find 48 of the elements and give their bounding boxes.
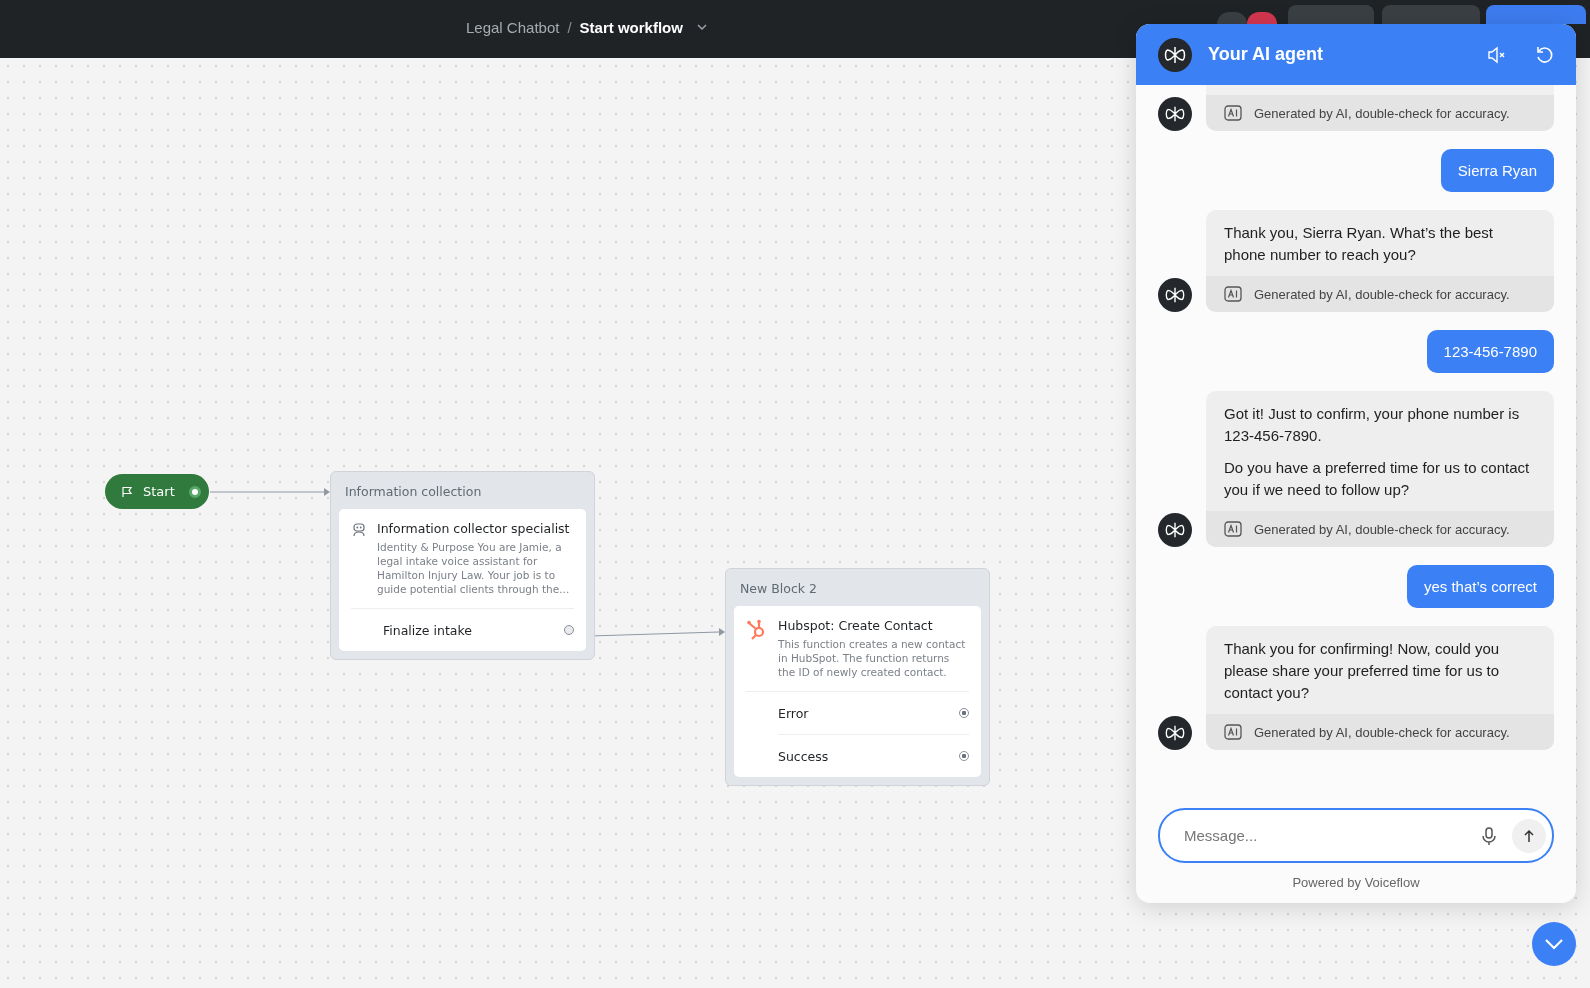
send-button[interactable]: [1512, 818, 1546, 853]
port-label: Success: [778, 748, 829, 764]
ai-disclaimer: Generated by AI, double-check for accuracy.: [1254, 105, 1510, 121]
breadcrumb-separator: /: [567, 18, 572, 36]
user-message: yes that’s correct: [1406, 565, 1554, 608]
user-message: Sierra Ryan: [1440, 149, 1554, 192]
user-message: 123-456-7890: [1426, 330, 1554, 373]
avatar[interactable]: [1247, 12, 1277, 24]
chat-title: Your AI agent: [1208, 44, 1324, 65]
message-text: Thank you for confirming! Now, could you please share your preferred time for us to contact you?: [1224, 639, 1501, 703]
port-label: Error: [778, 705, 809, 721]
ai-badge-icon: [1224, 286, 1242, 302]
step-card[interactable]: Information collector specialist Identity & Purpose You are Jamie, a legal intake voice assistant for Hamilton Injury Law. Your job is to guide potential clients through the... Finalize intake: [339, 509, 586, 651]
robot-icon: [351, 521, 367, 537]
start-node[interactable]: Start: [105, 474, 209, 509]
port-label: Finalize intake: [383, 622, 472, 638]
ai-disclaimer: Generated by AI, double-check for accuracy.: [1254, 724, 1510, 740]
chevron-down-icon: [1543, 937, 1565, 951]
step-description: Identity & Purpose You are Jamie, a legal intake voice assistant for Hamilton Injury Law. Your job is to guide potential clients through the...: [377, 540, 571, 596]
ai-disclaimer: Generated by AI, double-check for accuracy.: [1254, 286, 1510, 302]
message-text: Thank you, Sierra Ryan. What’s the best phone number to reach you?: [1224, 223, 1495, 265]
port-dot[interactable]: [189, 485, 201, 498]
powered-by: Powered by Voiceflow: [1291, 874, 1421, 892]
port-dot[interactable]: [959, 751, 969, 761]
ai-badge-icon: [1224, 105, 1242, 121]
message-field[interactable]: Message...: [1182, 826, 1466, 845]
block-card[interactable]: New Block 2 Hubspot: Create Contact This function creates a new contact in HubSpot. The function returns the ID of newly created contact. Error Success: [725, 568, 990, 786]
breadcrumb-item[interactable]: Start workflow: [579, 18, 683, 36]
flag-icon: [121, 485, 133, 498]
port-dot[interactable]: [959, 708, 969, 718]
message-text: Got it! Just to confirm, your phone number is 123-456-7890.: [1224, 404, 1521, 446]
step-title: Information collector specialist: [377, 521, 571, 536]
step-description: This function creates a new contact in HubSpot. The function returns the ID of newly created contact.: [778, 637, 967, 679]
start-label: Start: [143, 484, 175, 499]
message-text: Do you have a preferred time for us to contact you if we need to follow up?: [1224, 458, 1531, 500]
block-title: Information collection: [344, 483, 483, 501]
block-card[interactable]: [330, 471, 595, 660]
step-title: Hubspot: Create Contact: [778, 618, 934, 633]
step-card[interactable]: Hubspot: Create Contact This function creates a new contact in HubSpot. The function returns the ID of newly created contact. Error Success: [734, 606, 981, 777]
ai-badge-icon: [1224, 724, 1242, 740]
port-dot[interactable]: [564, 625, 574, 635]
caret-icon[interactable]: [696, 24, 707, 30]
breadcrumb-item[interactable]: Legal Chatbot: [466, 18, 560, 36]
ai-badge-icon: [1224, 521, 1242, 537]
ai-disclaimer: Generated by AI, double-check for accuracy.: [1254, 521, 1510, 537]
microphone-icon[interactable]: [1480, 825, 1498, 846]
arrow-up-icon: [1523, 828, 1535, 843]
block-title: New Block 2: [739, 580, 818, 598]
